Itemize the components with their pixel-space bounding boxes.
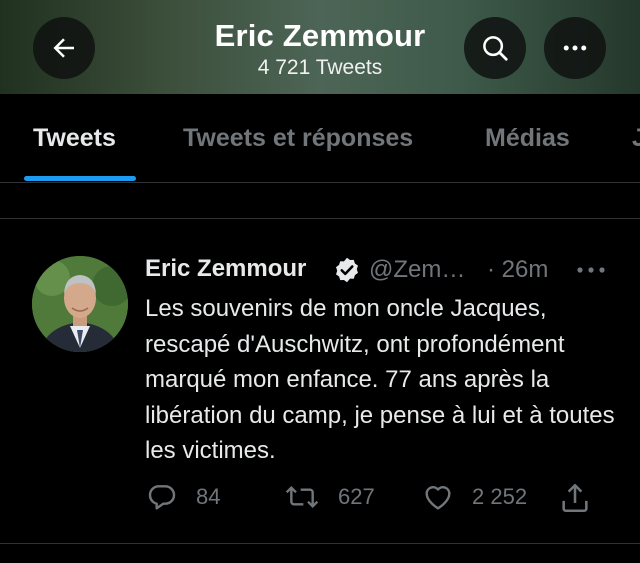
tweet-text: Les souvenirs de mon oncle Jacques, resc… — [145, 295, 615, 464]
share-icon — [562, 483, 588, 513]
avatar-photo — [32, 256, 128, 352]
search-icon — [483, 36, 508, 61]
verified-badge-icon — [336, 257, 358, 283]
avatar[interactable] — [32, 256, 128, 352]
tab-tweets[interactable]: Tweets — [33, 124, 116, 153]
tweet-author-name[interactable]: Eric Zemmour — [145, 255, 306, 283]
tweet-author-handle[interactable]: @Zem… — [369, 256, 465, 284]
retweet-count: 627 — [338, 484, 375, 509]
tweet-timestamp[interactable]: · 26m — [487, 256, 548, 284]
more-horizontal-icon — [563, 45, 587, 51]
tweet-count: 4 721 Tweets — [257, 56, 383, 79]
like-button[interactable]: 2 252 — [422, 481, 527, 513]
reply-button[interactable]: 84 — [146, 481, 220, 513]
search-button[interactable] — [464, 17, 526, 79]
tab-media[interactable]: Médias — [485, 124, 570, 153]
tab-tweets-and-replies[interactable]: Tweets et réponses — [183, 124, 413, 153]
profile-tabs: Tweets Tweets et réponses Médias J — [0, 94, 640, 183]
like-count: 2 252 — [472, 484, 528, 509]
divider — [0, 543, 640, 544]
heart-icon — [425, 486, 451, 510]
tweet-more-icon[interactable] — [574, 257, 608, 283]
retweet-icon — [285, 485, 319, 509]
reply-count: 84 — [196, 484, 221, 509]
share-button[interactable] — [558, 481, 592, 520]
profile-header: Eric Zemmour 4 721 Tweets — [0, 0, 640, 94]
divider — [0, 218, 640, 219]
active-tab-indicator — [24, 176, 136, 181]
more-options-button[interactable] — [544, 17, 606, 79]
reply-icon — [148, 485, 176, 510]
retweet-button[interactable]: 627 — [284, 481, 375, 513]
tab-likes[interactable]: J — [632, 124, 640, 153]
